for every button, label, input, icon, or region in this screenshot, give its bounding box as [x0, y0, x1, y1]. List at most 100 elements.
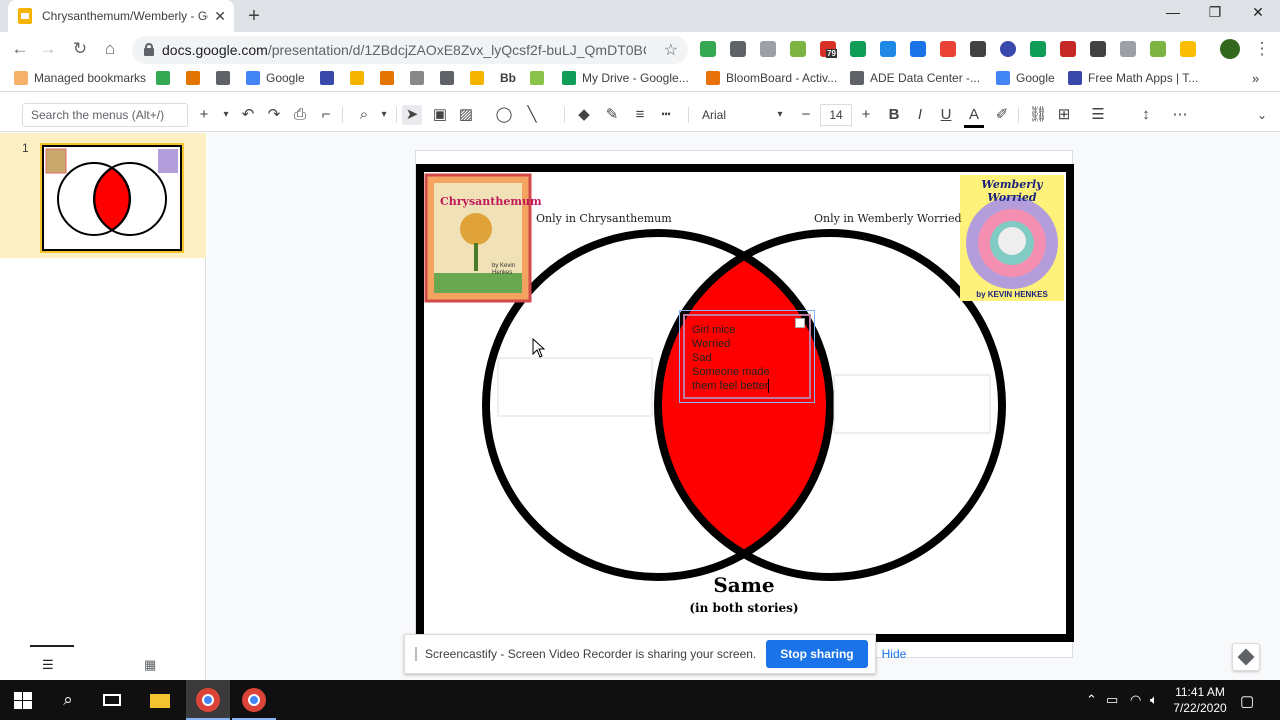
print-icon[interactable]: ⎙: [290, 105, 310, 125]
task-view-icon[interactable]: [100, 688, 124, 712]
search-icon[interactable]: ⌕: [56, 688, 80, 712]
extension-icon[interactable]: 79: [820, 41, 837, 58]
center-text-box[interactable]: Girl mice Worried Sad Someone made them …: [679, 310, 815, 403]
image-icon[interactable]: ▨: [456, 105, 476, 125]
redo-icon[interactable]: ↷: [264, 105, 284, 125]
border-dash-icon[interactable]: ┅: [656, 105, 676, 125]
extension-icon[interactable]: [790, 41, 806, 57]
battery-icon[interactable]: ▭: [1106, 692, 1118, 708]
forward-icon[interactable]: →: [38, 39, 58, 59]
extension-icon[interactable]: [1030, 41, 1046, 57]
show-hidden-icons[interactable]: ⌃: [1086, 692, 1097, 708]
extension-icon[interactable]: [940, 41, 956, 57]
more-menu-icon[interactable]: ⋮: [1252, 39, 1272, 59]
wifi-icon[interactable]: ◠: [1130, 692, 1141, 708]
bookmark-item[interactable]: Free Math Apps | T...: [1068, 71, 1198, 85]
bookmark-item[interactable]: [530, 71, 550, 85]
bookmark-item[interactable]: [350, 71, 370, 85]
extension-icon[interactable]: [970, 41, 986, 57]
bookmark-item[interactable]: [320, 71, 340, 85]
resize-handle[interactable]: [795, 318, 805, 328]
bold-icon[interactable]: B: [884, 105, 904, 125]
undo-icon[interactable]: ↶: [238, 105, 258, 125]
slide[interactable]: Chrysanthemum by Kevin Henkes Wemberly W…: [415, 150, 1074, 658]
bookmark-star-icon[interactable]: ☆: [664, 40, 678, 60]
windows-start-icon[interactable]: [12, 688, 36, 712]
file-explorer-icon[interactable]: [148, 688, 172, 712]
bookmark-item[interactable]: [156, 71, 176, 85]
bookmark-item[interactable]: [216, 71, 236, 85]
text-box-icon[interactable]: ▣: [430, 105, 450, 125]
home-icon[interactable]: ⌂: [100, 39, 120, 59]
system-clock[interactable]: 11:41 AM 7/22/2020: [1168, 684, 1232, 716]
bookmark-item[interactable]: Google: [246, 71, 305, 85]
increase-font-size-icon[interactable]: +: [856, 105, 876, 125]
bookmark-item[interactable]: [380, 71, 400, 85]
italic-icon[interactable]: I: [910, 105, 930, 125]
align-icon[interactable]: ☰: [1088, 105, 1108, 125]
new-slide-dropdown-icon[interactable]: ▾: [216, 105, 236, 125]
bookmark-item[interactable]: [410, 71, 430, 85]
drag-handle-icon[interactable]: [415, 647, 417, 661]
filmstrip-selected-slide[interactable]: 1: [0, 133, 206, 258]
extension-icon[interactable]: [1060, 41, 1076, 57]
highlight-color-icon[interactable]: ✐: [992, 105, 1012, 125]
border-weight-icon[interactable]: ≡: [630, 105, 650, 125]
font-dropdown-icon[interactable]: ▾: [770, 105, 790, 125]
more-options-icon[interactable]: ⋯: [1170, 105, 1190, 125]
extension-icon[interactable]: [1090, 41, 1106, 57]
comment-icon[interactable]: ⊞: [1054, 105, 1074, 125]
new-tab-icon[interactable]: +: [244, 5, 264, 28]
zoom-dropdown-icon[interactable]: ▾: [374, 105, 394, 125]
extension-icon[interactable]: [1000, 41, 1016, 57]
center-text[interactable]: Girl mice Worried Sad Someone made them …: [692, 323, 770, 393]
extension-icon[interactable]: [730, 41, 746, 57]
reload-icon[interactable]: ↻: [70, 39, 90, 59]
bookmark-item[interactable]: My Drive - Google...: [562, 71, 689, 85]
line-spacing-icon[interactable]: ↕: [1136, 105, 1156, 125]
bookmark-item[interactable]: [186, 71, 206, 85]
bookmark-item[interactable]: [440, 71, 460, 85]
browser-tab[interactable]: Chrysanthemum/Wemberly - Go ✕: [8, 0, 234, 32]
font-size-input[interactable]: 14: [820, 104, 852, 126]
close-tab-icon[interactable]: ✕: [214, 8, 226, 25]
more-bookmarks-icon[interactable]: »: [1252, 71, 1259, 86]
bookmark-item[interactable]: Bb: [500, 71, 516, 85]
address-bar[interactable]: docs.google.com/presentation/d/1ZBdcjZAO…: [132, 36, 688, 64]
hide-button[interactable]: Hide: [882, 647, 907, 661]
extension-icon[interactable]: [880, 41, 896, 57]
avatar[interactable]: [1220, 39, 1240, 59]
new-slide-icon[interactable]: +: [194, 105, 214, 125]
underline-icon[interactable]: U: [936, 105, 956, 125]
paint-format-icon[interactable]: ⌐: [316, 105, 336, 125]
menu-search-input[interactable]: Search the menus (Alt+/): [22, 103, 188, 127]
volume-icon[interactable]: 🔈︎: [1150, 692, 1158, 708]
slide-thumbnail[interactable]: [40, 143, 184, 253]
grid-view-icon[interactable]: ▦: [144, 657, 156, 673]
line-icon[interactable]: ╲: [522, 105, 542, 125]
back-icon[interactable]: ←: [10, 39, 30, 59]
taskbar-chrome-2[interactable]: [232, 680, 276, 720]
extension-icon[interactable]: [1150, 41, 1166, 57]
bookmark-item[interactable]: BloomBoard - Activ...: [706, 71, 837, 85]
extension-icon[interactable]: [1120, 41, 1136, 57]
explore-icon[interactable]: [1232, 643, 1260, 671]
stop-sharing-button[interactable]: Stop sharing: [766, 640, 868, 668]
collapse-toolbar-icon[interactable]: ⌄: [1252, 105, 1272, 125]
extension-icon[interactable]: [910, 41, 926, 57]
text-color-icon[interactable]: A: [964, 105, 984, 128]
fill-color-icon[interactable]: ◆: [574, 105, 594, 125]
close-window-icon[interactable]: ✕: [1243, 4, 1273, 21]
extension-icon[interactable]: [700, 41, 716, 57]
bookmark-item[interactable]: ADE Data Center -...: [850, 71, 980, 85]
extension-icon[interactable]: [1180, 41, 1196, 57]
link-icon[interactable]: ⛓: [1028, 105, 1048, 125]
extension-icon[interactable]: [850, 41, 866, 57]
minimize-icon[interactable]: —: [1158, 4, 1188, 20]
decrease-font-size-icon[interactable]: −: [796, 105, 816, 125]
select-cursor-icon[interactable]: ➤: [402, 105, 422, 125]
border-color-icon[interactable]: ✎: [602, 105, 622, 125]
zoom-icon[interactable]: ⌕: [354, 105, 374, 125]
shape-icon[interactable]: ◯: [494, 105, 514, 125]
bookmark-item[interactable]: Google: [996, 71, 1055, 85]
